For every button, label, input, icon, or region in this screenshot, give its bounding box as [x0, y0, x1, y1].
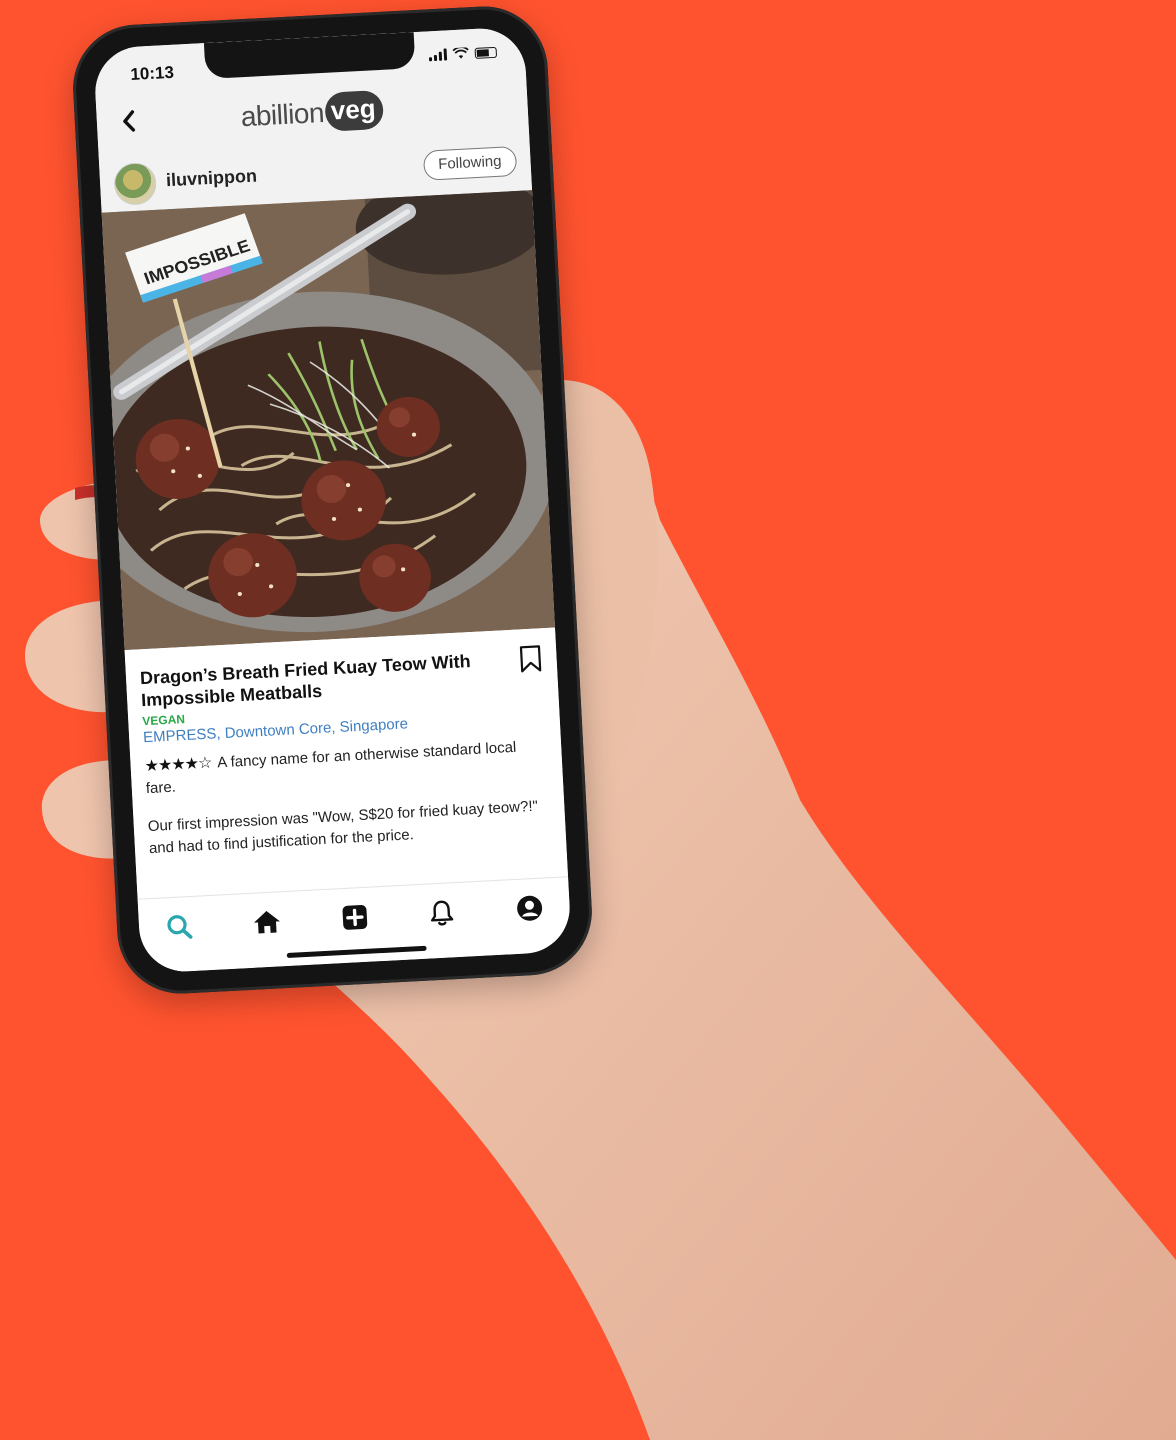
cellular-signal-icon [428, 48, 448, 62]
avatar[interactable] [113, 161, 158, 206]
search-icon [167, 915, 193, 939]
home-icon [253, 911, 280, 934]
nav-search[interactable] [158, 909, 200, 945]
user-circle-icon [517, 895, 543, 921]
post-photo[interactable]: IMPOSSIBLE [101, 190, 555, 651]
status-icons [428, 46, 498, 62]
phone-screen: 10:13 abillion veg iluvnippon Following … [93, 26, 572, 974]
abillionveg-logo: abillion veg [239, 89, 385, 136]
star-rating: ★★★★☆ [144, 754, 212, 776]
logo-badge: veg [323, 89, 385, 132]
status-time: 10:13 [129, 62, 175, 84]
logo-text: abillion [239, 96, 325, 132]
home-indicator[interactable] [286, 945, 427, 959]
post-details: Dragon’s Breath Fried Kuay Teow With Imp… [124, 627, 569, 900]
review-line-2: Our first impression was "Wow, S$20 for … [147, 797, 539, 858]
nav-items [158, 890, 550, 944]
back-button[interactable] [110, 102, 148, 140]
nav-notifications[interactable] [421, 895, 463, 931]
bookmark-icon[interactable] [518, 644, 543, 673]
nav-add[interactable] [334, 899, 376, 935]
nav-home[interactable] [246, 904, 288, 940]
chevron-left-icon [123, 110, 136, 132]
bell-icon [431, 900, 454, 926]
phone-device: 10:13 abillion veg iluvnippon Following … [69, 3, 596, 997]
battery-icon [474, 46, 498, 59]
username[interactable]: iluvnippon [166, 166, 258, 192]
review-text: ★★★★☆ A fancy name for an otherwise stand… [144, 735, 549, 800]
food-photo-illustration: IMPOSSIBLE [101, 190, 555, 651]
following-button[interactable]: Following [422, 145, 518, 181]
wifi-icon [452, 47, 469, 59]
nav-profile[interactable] [509, 890, 551, 926]
plus-square-icon [342, 905, 367, 930]
